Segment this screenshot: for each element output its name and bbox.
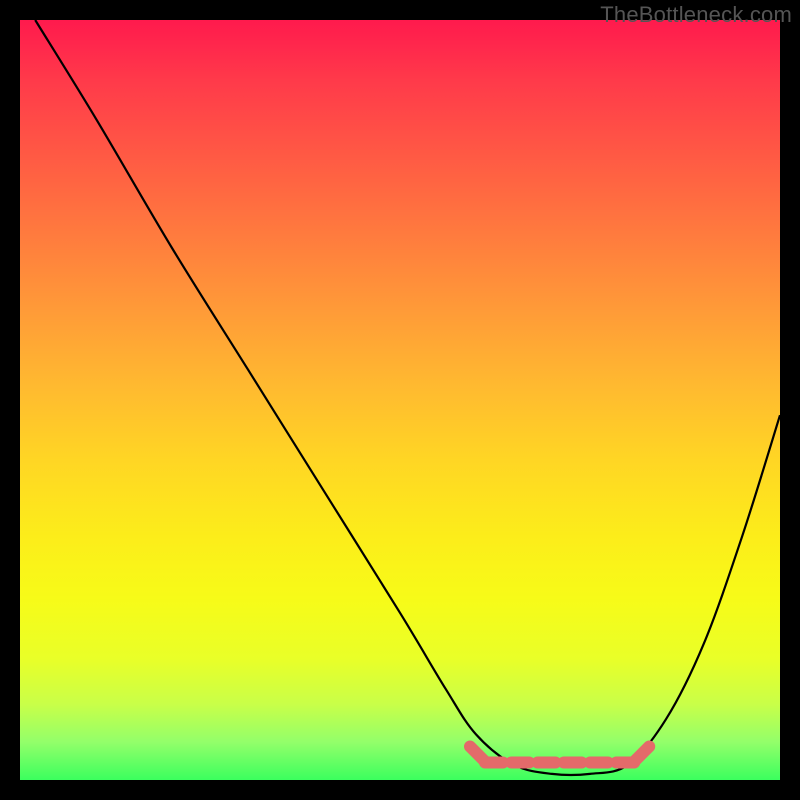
chart-plot-area: [20, 20, 780, 780]
watermark-label: TheBottleneck.com: [600, 2, 792, 28]
